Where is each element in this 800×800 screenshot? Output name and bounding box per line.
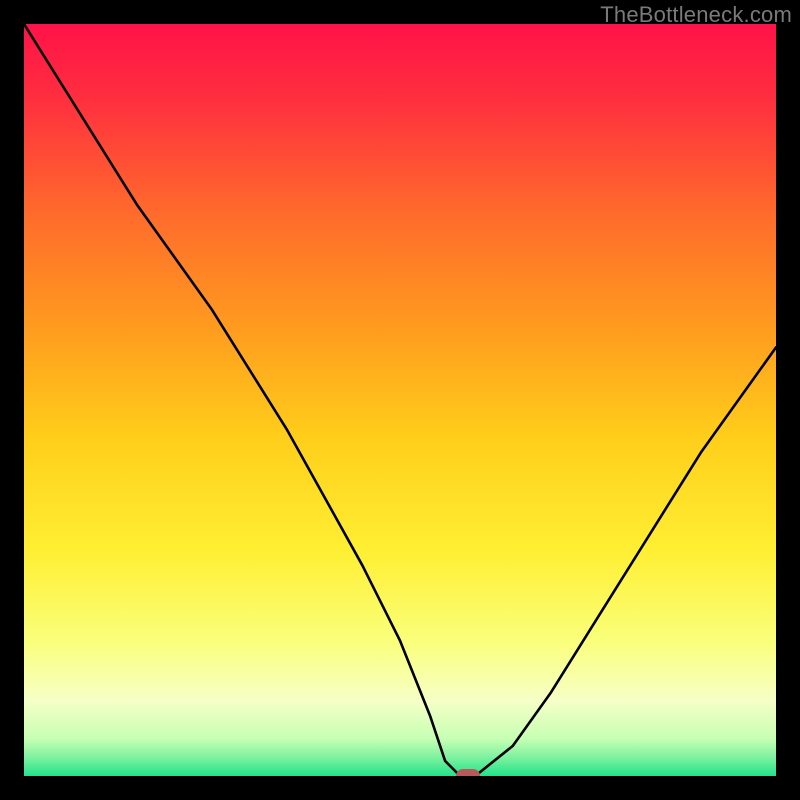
plot-area — [24, 24, 776, 776]
optimum-marker — [456, 769, 480, 776]
chart-frame: TheBottleneck.com — [0, 0, 800, 800]
bottleneck-curve — [24, 24, 776, 776]
watermark-text: TheBottleneck.com — [600, 2, 792, 28]
